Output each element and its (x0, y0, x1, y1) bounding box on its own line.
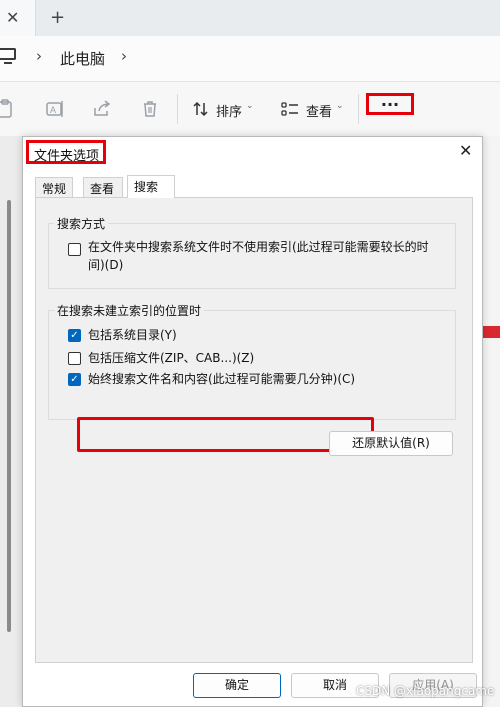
sort-icon[interactable] (191, 99, 211, 119)
view-icon[interactable] (280, 99, 300, 119)
always-search-names-contents-label[interactable]: 始终搜索文件名和内容(此过程可能需要几分钟)(C) (88, 370, 355, 387)
view-button[interactable]: 查看 (306, 101, 332, 120)
tab-search[interactable]: 搜索 (127, 175, 175, 198)
navigation-scrollbar[interactable] (7, 200, 11, 632)
sort-chevron-down-icon[interactable]: ⌄ (246, 101, 254, 111)
ok-button[interactable]: 确定 (193, 673, 281, 698)
include-system-directories-label[interactable]: 包括系统目录(Y) (88, 326, 177, 343)
include-compressed-files-checkbox[interactable] (68, 352, 81, 365)
tab-view[interactable]: 查看 (83, 177, 123, 197)
include-system-directories-checkbox[interactable]: ✓ (68, 329, 81, 342)
delete-icon[interactable] (140, 99, 160, 119)
computer-icon (0, 48, 16, 60)
restore-defaults-button[interactable]: 还原默认值(R) (329, 431, 453, 456)
search-method-group: 搜索方式 在文件夹中搜索系统文件时不使用索引(此过程可能需要较长的时间)(D) (48, 215, 456, 289)
folder-options-dialog: 文件夹选项 ✕ 常规 查看 搜索 搜索方式 在文件夹中搜索系统文件时不使用索引(… (22, 136, 483, 707)
drive-usage-bar (483, 326, 500, 338)
breadcrumb-chevron-icon[interactable]: › (36, 47, 42, 65)
always-search-names-contents-checkbox[interactable]: ✓ (68, 373, 81, 386)
see-more-button[interactable]: ... (366, 93, 414, 115)
non-indexed-locations-group: 在搜索未建立索引的位置时 ✓ 包括系统目录(Y) 包括压缩文件(ZIP、CAB.… (48, 302, 456, 420)
no-index-system-files-checkbox[interactable] (68, 243, 81, 256)
no-index-system-files-label[interactable]: 在文件夹中搜索系统文件时不使用索引(此过程可能需要较长的时间)(D) (88, 238, 436, 274)
breadcrumb-chevron-icon[interactable]: › (121, 47, 127, 65)
view-chevron-down-icon[interactable]: ⌄ (336, 101, 344, 111)
content-pane-edge (482, 136, 500, 707)
tab-general[interactable]: 常规 (35, 177, 73, 197)
computer-icon-stand (4, 62, 12, 64)
tab-bar: ✕ + (0, 0, 500, 36)
non-indexed-locations-title: 在搜索未建立索引的位置时 (54, 302, 205, 319)
include-compressed-files-label[interactable]: 包括压缩文件(ZIP、CAB...)(Z) (88, 349, 254, 366)
search-method-title: 搜索方式 (54, 215, 109, 232)
close-tab-icon[interactable]: ✕ (6, 8, 19, 27)
explorer-tab[interactable]: ✕ (0, 0, 36, 36)
new-tab-button[interactable]: + (50, 7, 65, 28)
watermark: CSDN @xiaopangcame (356, 684, 495, 698)
toolbar-separator (358, 94, 359, 124)
close-icon[interactable]: ✕ (459, 141, 472, 160)
share-icon[interactable] (92, 99, 112, 119)
dialog-title: 文件夹选项 (26, 140, 106, 164)
toolbar-separator (177, 94, 178, 124)
rename-icon[interactable]: A (45, 99, 65, 119)
search-tab-panel: 搜索方式 在文件夹中搜索系统文件时不使用索引(此过程可能需要较长的时间)(D) … (35, 197, 473, 663)
paste-icon[interactable] (0, 99, 14, 119)
sort-button[interactable]: 排序 (216, 101, 242, 120)
navigation-pane (0, 136, 22, 707)
svg-text:A: A (50, 105, 56, 115)
dialog-tabs: 常规 查看 搜索 (35, 175, 471, 198)
breadcrumb-this-pc[interactable]: 此电脑 (60, 48, 105, 69)
